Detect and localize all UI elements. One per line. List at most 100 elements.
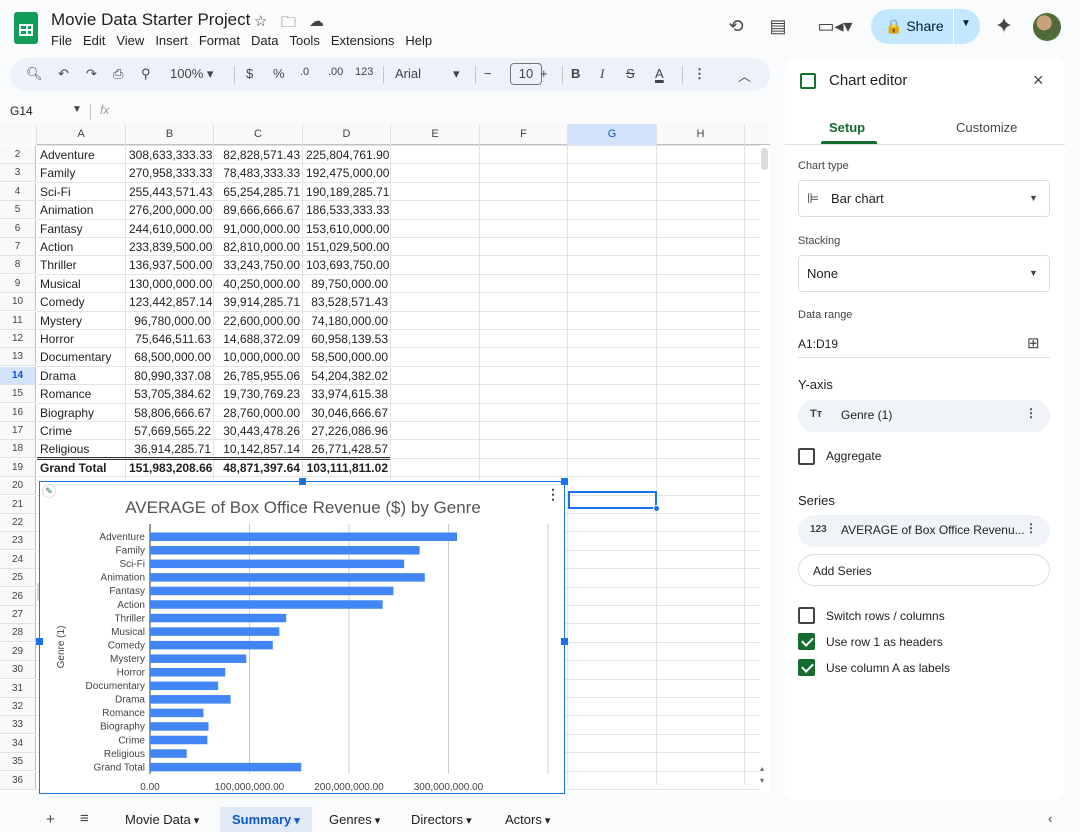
cell-c19[interactable]: 48,871,397.64 <box>217 459 303 477</box>
menu-help[interactable]: Help <box>405 33 432 48</box>
row-header-9[interactable]: 9 <box>0 274 36 293</box>
chevron-down-icon[interactable]: ▾ <box>542 815 551 827</box>
cell-c16[interactable]: 28,760,000.00 <box>217 404 303 422</box>
cell-b6[interactable]: 244,610,000.00 <box>129 220 214 238</box>
decrease-decimal-button[interactable]: .0 <box>300 66 309 78</box>
cell-a16[interactable]: Biography <box>40 404 126 422</box>
column-header-g[interactable]: G <box>568 124 657 145</box>
cell-b5[interactable]: 276,200,000.00 <box>129 201 214 219</box>
share-dropdown-icon[interactable]: ▼ <box>961 18 971 29</box>
cell-c12[interactable]: 14,688,372.09 <box>217 330 303 348</box>
row-header-27[interactable]: 27 <box>0 606 36 624</box>
chevron-down-icon[interactable]: ▾ <box>291 815 300 827</box>
cell-a14[interactable]: Drama <box>40 367 126 385</box>
sheet-tab-movie-data[interactable]: Movie Data ▾ <box>113 807 211 832</box>
cell-c9[interactable]: 40,250,000.00 <box>217 275 303 293</box>
row-header-34[interactable]: 34 <box>0 734 36 753</box>
selected-cell-g14[interactable] <box>568 491 657 509</box>
cell-d19[interactable]: 103,111,811.02 <box>306 459 391 477</box>
increase-font-size-icon[interactable]: + <box>540 66 548 81</box>
chevron-down-icon[interactable]: ▾ <box>372 815 381 827</box>
cell-b11[interactable]: 96,780,000.00 <box>129 312 214 330</box>
resize-handle-left[interactable] <box>36 638 43 645</box>
series-chip[interactable]: 123 AVERAGE of Box Office Revenu... ⋮ <box>798 515 1050 547</box>
strikethrough-icon[interactable]: S <box>626 66 635 81</box>
cell-b16[interactable]: 58,806,666.67 <box>129 404 214 422</box>
cell-d18[interactable]: 26,771,428.57 <box>306 440 391 458</box>
row-header-30[interactable]: 30 <box>0 661 36 680</box>
chart-type-dropdown[interactable]: ⊫ Bar chart ▼ <box>798 180 1050 217</box>
row-header-15[interactable]: 15 <box>0 385 36 404</box>
cell-b17[interactable]: 57,669,565.22 <box>129 422 214 440</box>
cell-a10[interactable]: Comedy <box>40 293 126 311</box>
print-icon[interactable]: ⎙ <box>113 66 123 82</box>
cell-b7[interactable]: 233,839,500.00 <box>129 238 214 256</box>
cell-a15[interactable]: Romance <box>40 385 126 403</box>
row-header-29[interactable]: 29 <box>0 642 36 661</box>
cell-c7[interactable]: 82,810,000.00 <box>217 238 303 256</box>
more-options-icon[interactable]: ⋮ <box>693 66 706 82</box>
cell-c4[interactable]: 65,254,285.71 <box>217 183 303 201</box>
resize-handle-top[interactable] <box>299 478 306 485</box>
sheet-tab-actors[interactable]: Actors ▾ <box>493 807 562 832</box>
cell-a3[interactable]: Family <box>40 164 126 182</box>
gemini-icon[interactable]: ✦ <box>992 14 1016 38</box>
font-size-input[interactable]: 10 <box>510 63 542 85</box>
percent-button[interactable]: % <box>273 66 285 81</box>
cell-d13[interactable]: 58,500,000.00 <box>306 348 391 366</box>
collapse-side-panel-icon[interactable]: ‹ <box>1048 811 1052 826</box>
add-sheet-icon[interactable]: + <box>46 811 55 828</box>
more-options-icon[interactable]: ⋮ <box>1025 521 1037 535</box>
version-history-icon[interactable]: ⟲ <box>724 14 748 38</box>
sheet-tab-summary[interactable]: Summary ▾ <box>220 807 312 832</box>
tab-customize[interactable]: Customize <box>956 120 1017 135</box>
aggregate-checkbox[interactable] <box>798 448 815 465</box>
cell-d14[interactable]: 54,204,382.02 <box>306 367 391 385</box>
increase-decimal-button[interactable]: .00 <box>328 66 343 78</box>
column-header-f[interactable]: F <box>480 124 568 145</box>
row-header-36[interactable]: 36 <box>0 771 36 790</box>
cell-c10[interactable]: 39,914,285.71 <box>217 293 303 311</box>
bold-button[interactable]: B <box>571 66 580 81</box>
row-header-32[interactable]: 32 <box>0 698 36 716</box>
cell-b8[interactable]: 136,937,500.00 <box>129 256 214 274</box>
avatar[interactable] <box>1033 13 1061 41</box>
sheet-tab-directors[interactable]: Directors ▾ <box>399 807 484 832</box>
column-header-a[interactable]: A <box>37 124 126 145</box>
menu-format[interactable]: Format <box>199 33 240 48</box>
name-box[interactable]: G14 <box>10 104 33 118</box>
data-range-input[interactable]: A1:D19 <box>798 337 838 351</box>
cell-b14[interactable]: 80,990,337.08 <box>129 367 214 385</box>
cell-b2[interactable]: 308,633,333.33 <box>129 146 214 164</box>
row-header-17[interactable]: 17 <box>0 422 36 440</box>
row-header-2[interactable]: 2 <box>0 146 36 164</box>
row-header-3[interactable]: 3 <box>0 164 36 183</box>
cell-a7[interactable]: Action <box>40 238 126 256</box>
more-formats-button[interactable]: 123 <box>355 66 373 78</box>
cell-c13[interactable]: 10,000,000.00 <box>217 348 303 366</box>
star-icon[interactable]: ☆ <box>254 12 267 30</box>
cell-c18[interactable]: 10,142,857.14 <box>217 440 303 458</box>
cell-c11[interactable]: 22,600,000.00 <box>217 312 303 330</box>
use-row1-headers-checkbox[interactable] <box>798 633 815 650</box>
cell-d8[interactable]: 103,693,750.00 <box>306 256 391 274</box>
yaxis-chip[interactable]: Tт Genre (1) ⋮ <box>798 400 1050 432</box>
row-header-4[interactable]: 4 <box>0 182 36 201</box>
all-sheets-icon[interactable]: ≡ <box>80 810 89 827</box>
cell-c3[interactable]: 78,483,333.33 <box>217 164 303 182</box>
collapse-toolbar-icon[interactable]: ︿ <box>738 66 751 85</box>
embedded-chart[interactable]: AVERAGE of Box Office Revenue ($) by Gen… <box>36 478 568 794</box>
row-header-11[interactable]: 11 <box>0 311 36 330</box>
cell-c2[interactable]: 82,828,571.43 <box>217 146 303 164</box>
cell-a5[interactable]: Animation <box>40 201 126 219</box>
fill-handle[interactable] <box>653 505 660 512</box>
vertical-scrollbar-thumb[interactable] <box>761 148 768 170</box>
row-header-10[interactable]: 10 <box>0 293 36 312</box>
zoom-select[interactable]: 100% ▾ <box>170 66 213 82</box>
close-icon[interactable]: × <box>1033 70 1044 91</box>
add-series-button[interactable]: Add Series <box>798 554 1050 586</box>
select-range-icon[interactable]: ⊞ <box>1027 334 1040 352</box>
redo-icon[interactable]: ↷ <box>86 66 97 82</box>
cell-c17[interactable]: 30,443,478.26 <box>217 422 303 440</box>
chevron-down-icon[interactable]: ▾ <box>463 815 472 827</box>
